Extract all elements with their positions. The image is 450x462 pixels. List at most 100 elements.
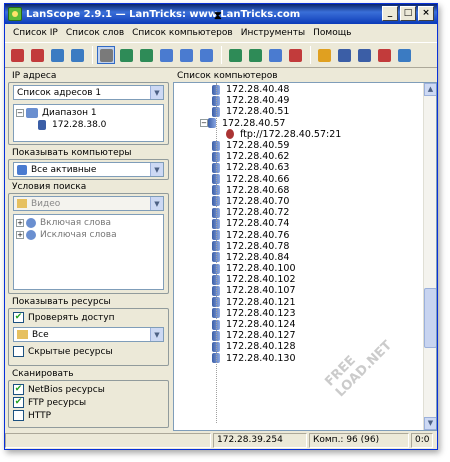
scroll-down-button[interactable]: ▼	[424, 417, 436, 430]
table-row[interactable]: 172.28.40.74	[174, 218, 436, 229]
toolbar-button-18[interactable]	[375, 46, 393, 64]
include-words-node[interactable]: + Включая слова	[16, 217, 161, 229]
toolbar-button-10[interactable]	[197, 46, 215, 64]
show-computers-select[interactable]: Все активные ▼	[13, 162, 164, 177]
app-icon	[8, 7, 22, 21]
checkmark-icon: ✔	[13, 384, 24, 395]
toolbar-button-9[interactable]	[177, 46, 195, 64]
toolbar-button-7[interactable]	[137, 46, 155, 64]
toolbar-button-1[interactable]	[8, 46, 26, 64]
toolbar-button-11[interactable]	[226, 46, 244, 64]
table-row[interactable]: 172.28.40.123	[174, 308, 436, 319]
table-row[interactable]: ftp://172.28.40.57:21	[174, 129, 436, 140]
menu-computer-list[interactable]: Список компьютеров	[128, 28, 237, 38]
table-row[interactable]: 172.28.40.124	[174, 319, 436, 330]
table-row[interactable]: 172.28.40.49	[174, 95, 436, 106]
table-row[interactable]: 172.28.40.76	[174, 229, 436, 241]
minimize-button[interactable]: _	[382, 6, 398, 21]
chevron-down-icon[interactable]: ▼	[150, 328, 163, 341]
menu-word-list[interactable]: Список слов	[62, 28, 128, 38]
maximize-button[interactable]: □	[400, 6, 416, 21]
ip-list-select[interactable]: Список адресов 1 ▼	[13, 85, 164, 100]
toolbar-button-8[interactable]	[157, 46, 175, 64]
table-row[interactable]: 172.28.40.59	[174, 140, 436, 151]
table-row[interactable]: 172.28.40.48	[174, 84, 436, 95]
exclude-label: Исключая слова	[40, 230, 117, 240]
ip-address-label: 172.28.40.84	[226, 251, 290, 263]
collapse-icon[interactable]: −	[200, 119, 208, 128]
http-checkbox[interactable]: HTTP	[13, 409, 164, 422]
table-row[interactable]: 172.28.40.100	[174, 263, 436, 274]
computer-icon	[208, 118, 216, 129]
checkmark-icon: ✔	[13, 397, 24, 408]
table-row[interactable]: 172.28.40.51	[174, 106, 436, 117]
status-count: Комп.: 96 (96)	[309, 433, 409, 448]
ftp-label: FTP ресурсы	[28, 397, 87, 408]
scroll-up-button[interactable]: ▲	[424, 83, 436, 96]
chevron-down-icon[interactable]: ▼	[150, 86, 163, 99]
toolbar-icon	[248, 48, 262, 62]
toolbar-icon	[30, 48, 44, 62]
toolbar-button-16[interactable]	[335, 46, 353, 64]
checkbox-empty-icon	[13, 410, 24, 421]
menu-tools[interactable]: Инструменты	[237, 28, 309, 38]
toolbar-button-19[interactable]	[395, 46, 413, 64]
table-row[interactable]: 172.28.40.84	[174, 252, 436, 263]
scroll-thumb[interactable]	[424, 288, 436, 348]
tree-node-ip[interactable]: 172.28.38.0	[16, 119, 161, 131]
resources-select[interactable]: Все ▼	[13, 327, 164, 342]
table-row[interactable]: 172.28.40.121	[174, 297, 436, 308]
close-button[interactable]: ×	[418, 6, 434, 21]
table-row[interactable]: 172.28.40.128	[174, 341, 436, 352]
menu-help[interactable]: Помощь	[309, 28, 355, 38]
toolbar-button-4[interactable]	[68, 46, 86, 64]
toolbar-icon	[10, 48, 24, 62]
table-row[interactable]: 172.28.40.107	[174, 285, 436, 296]
table-row[interactable]: 172.28.40.63	[174, 162, 436, 173]
vertical-scrollbar[interactable]: ▲ ▼	[423, 83, 436, 430]
table-row[interactable]: 172.28.40.130	[174, 353, 436, 364]
table-row[interactable]: 172.28.40.66	[174, 174, 436, 185]
hourglass-cursor-icon: ⧗	[214, 9, 222, 22]
toolbar-button-17[interactable]	[355, 46, 373, 64]
folder-icon	[17, 199, 27, 208]
tree-node-range[interactable]: − Диапазон 1	[16, 107, 161, 119]
toolbar-button-6[interactable]	[117, 46, 135, 64]
table-row[interactable]: 172.28.40.68	[174, 185, 436, 196]
toolbar-button-14[interactable]	[286, 46, 304, 64]
expand-icon[interactable]: +	[16, 219, 24, 227]
title-bar[interactable]: LanScope 2.9.1 — LanTricks: www.LanTrick…	[5, 4, 437, 24]
table-row[interactable]: 172.28.40.78	[174, 241, 436, 252]
ip-address-label: 172.28.40.127	[226, 330, 296, 342]
table-row[interactable]: 172.28.40.127	[174, 330, 436, 341]
ip-address-label: 172.28.40.76	[226, 229, 290, 241]
status-panel-1	[5, 433, 211, 448]
hidden-resources-checkbox[interactable]: Скрытые ресурсы	[13, 345, 164, 358]
collapse-icon[interactable]: −	[16, 109, 24, 117]
expand-icon[interactable]: +	[16, 231, 24, 239]
toolbar-button-2[interactable]	[28, 46, 46, 64]
netbios-checkbox[interactable]: ✔ NetBios ресурсы	[13, 383, 164, 396]
ftp-checkbox[interactable]: ✔ FTP ресурсы	[13, 396, 164, 409]
chevron-down-icon[interactable]: ▼	[150, 163, 163, 176]
computer-list[interactable]: 172.28.40.48 172.28.40.49 172.28.40.51 − 172…	[173, 82, 437, 431]
exclude-words-node[interactable]: + Исключая слова	[16, 229, 161, 241]
toolbar-button-3[interactable]	[48, 46, 66, 64]
ip-list-value: Список адресов 1	[17, 87, 102, 98]
table-row[interactable]: 172.28.40.70	[174, 196, 436, 207]
toolbar-button-5[interactable]	[97, 46, 115, 64]
table-row[interactable]: 172.28.40.102	[174, 274, 436, 285]
toolbar-button-12[interactable]	[246, 46, 264, 64]
chevron-down-icon[interactable]: ▼	[150, 197, 163, 210]
check-access-checkbox[interactable]: ✔ Проверять доступ	[13, 311, 164, 324]
menu-ip-list[interactable]: Список IP	[9, 28, 62, 38]
toolbar-separator	[221, 46, 222, 64]
toolbar-button-13[interactable]	[266, 46, 284, 64]
table-row[interactable]: − 172.28.40.57	[174, 118, 436, 129]
tree-ip-label: 172.28.38.0	[52, 120, 107, 130]
toolbar-icon	[199, 48, 213, 62]
search-select[interactable]: Видео ▼	[13, 196, 164, 211]
toolbar-button-15[interactable]	[315, 46, 333, 64]
table-row[interactable]: 172.28.40.72	[174, 207, 436, 218]
table-row[interactable]: 172.28.40.62	[174, 151, 436, 162]
